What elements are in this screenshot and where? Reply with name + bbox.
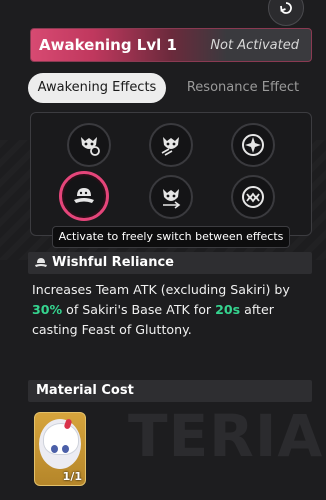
skill-title-row: Wishful Reliance xyxy=(28,252,312,274)
description-text: Increases Team ATK (excluding Sakiri) by xyxy=(32,282,290,297)
material-item-card[interactable]: 1/1 xyxy=(34,412,86,486)
skill-name: Wishful Reliance xyxy=(52,255,174,270)
background-watermark: TERIALS xyxy=(128,402,326,470)
star-badge-icon xyxy=(242,134,264,156)
tab-resonance-effect[interactable]: Resonance Effect xyxy=(174,73,312,103)
back-button[interactable] xyxy=(268,0,304,26)
tab-awakening-effects[interactable]: Awakening Effects xyxy=(28,73,166,103)
activation-status: Not Activated xyxy=(210,38,299,53)
effect-slot-2[interactable] xyxy=(149,123,193,167)
duration-value: 20s xyxy=(215,302,241,317)
awakening-level-title: Awakening Lvl 1 xyxy=(39,36,177,54)
blob-ribbon-icon xyxy=(35,258,47,267)
effect-tabs: Awakening Effects Resonance Effect xyxy=(28,73,312,103)
description-text: of Sakiri's Base ATK for xyxy=(62,302,216,317)
item-count: 1/1 xyxy=(62,470,82,483)
switch-effects-tooltip: Activate to freely switch between effect… xyxy=(52,226,290,248)
effect-slot-6[interactable] xyxy=(231,175,275,219)
effect-slot-5[interactable] xyxy=(149,175,193,219)
effects-panel xyxy=(30,112,312,236)
effect-slot-3[interactable] xyxy=(231,123,275,167)
monster-arrow-icon xyxy=(163,189,181,209)
monster-claw-icon xyxy=(161,137,179,156)
blob-ribbon-icon xyxy=(74,188,94,203)
awakening-header: Awakening Lvl 1 Not Activated xyxy=(30,28,312,62)
effect-slot-4-selected[interactable] xyxy=(59,171,109,221)
material-cost-header: Material Cost xyxy=(28,380,312,402)
atk-percent-value: 30% xyxy=(32,302,63,317)
material-cost-title: Material Cost xyxy=(36,383,134,398)
fanged-mouth-icon xyxy=(242,186,264,208)
return-arrow-icon xyxy=(280,2,292,14)
effect-slot-1[interactable] xyxy=(67,123,111,167)
skill-description: Increases Team ATK (excluding Sakiri) by… xyxy=(32,280,314,340)
monster-gear-icon xyxy=(81,137,100,156)
sakiri-portrait xyxy=(39,418,81,469)
